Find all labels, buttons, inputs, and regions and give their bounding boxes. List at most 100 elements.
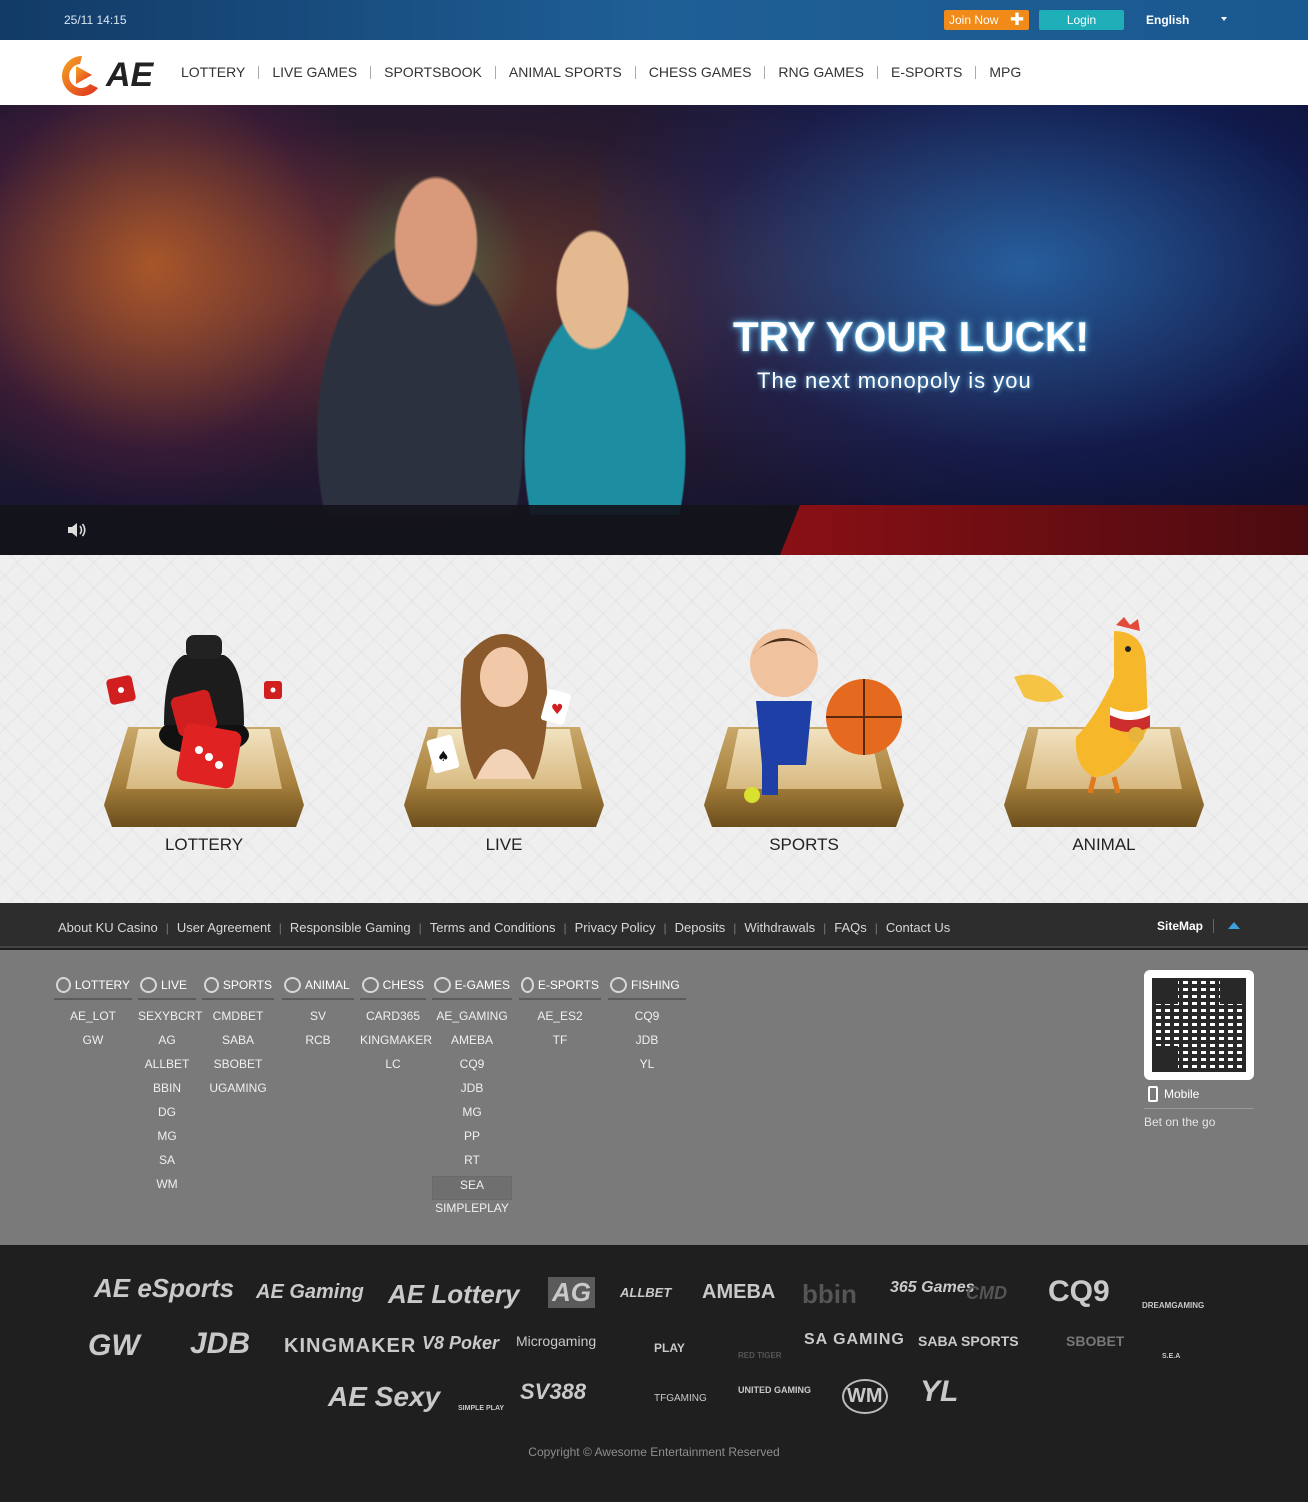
sitemap-item[interactable]: MG	[432, 1104, 512, 1128]
sitemap-head: ANIMAL	[282, 972, 354, 1000]
sitemap-item[interactable]: MG	[138, 1128, 196, 1152]
category-sports[interactable]: SPORTS	[704, 617, 914, 867]
sitemap-item[interactable]: JDB	[432, 1080, 512, 1104]
link-privacy[interactable]: Privacy Policy	[575, 920, 656, 935]
hero-banner[interactable]: TRY YOUR LUCK! The next monopoly is you	[0, 105, 1308, 555]
chevron-up-icon[interactable]	[1228, 922, 1240, 929]
sitemap-item[interactable]: AE_ES2	[519, 1008, 601, 1032]
sitemap-item[interactable]: SBOBET	[202, 1056, 274, 1080]
link-divider: |	[663, 920, 667, 935]
sitemap-item[interactable]: CQ9	[432, 1056, 512, 1080]
sitemap-head-label: SPORTS	[222, 978, 272, 992]
dice-cup-icon	[106, 635, 282, 789]
sitemap-item[interactable]: GW	[54, 1032, 132, 1056]
sitemap-item[interactable]: SABA	[202, 1032, 274, 1056]
link-faqs[interactable]: FAQs	[834, 920, 867, 935]
sitemap-item[interactable]: CARD365	[360, 1008, 426, 1032]
provider-logo-365games: 365 Games	[890, 1279, 975, 1296]
join-now-label: Join Now	[949, 13, 999, 27]
sitemap-item[interactable]: CQ9	[608, 1008, 686, 1032]
link-deposits[interactable]: Deposits	[675, 920, 726, 935]
sitemap-item[interactable]: YL	[608, 1056, 686, 1080]
sitemap-item[interactable]: AG	[138, 1032, 196, 1056]
sitemap-item[interactable]: SV	[282, 1008, 354, 1032]
provider-logo-allbet: ALLBET	[620, 1285, 672, 1300]
sitemap-item[interactable]: SA	[138, 1152, 196, 1176]
sitemap-head: E-SPORTS	[519, 972, 601, 1000]
provider-logo-play: PLAY	[654, 1341, 685, 1355]
nav-mpg[interactable]: MPG	[976, 64, 1034, 80]
sitemap-col-fishing: FISHING CQ9 JDB YL	[608, 972, 686, 1080]
provider-logo-ae-gaming: AE Gaming	[256, 1281, 364, 1303]
sitemap-item[interactable]: KINGMAKER	[360, 1032, 432, 1056]
provider-logo-ag: AG	[548, 1277, 595, 1308]
category-lottery[interactable]: LOTTERY	[104, 617, 314, 867]
link-divider: |	[278, 920, 282, 935]
sitemap-item[interactable]: SIMPLEPLAY	[432, 1200, 512, 1224]
sitemap-item[interactable]: RCB	[282, 1032, 354, 1056]
sitemap-item[interactable]: TF	[519, 1032, 601, 1056]
link-withdrawals[interactable]: Withdrawals	[744, 920, 815, 935]
link-terms[interactable]: Terms and Conditions	[430, 920, 556, 935]
mobile-tagline: Bet on the go	[1144, 1115, 1216, 1129]
sitemap-item[interactable]: JDB	[608, 1032, 686, 1056]
sitemap-item[interactable]: LC	[360, 1056, 426, 1080]
provider-logo-gw: GW	[88, 1329, 140, 1362]
speaker-icon[interactable]	[66, 520, 88, 540]
nav-lottery[interactable]: LOTTERY	[168, 64, 258, 80]
link-about[interactable]: About KU Casino	[58, 920, 158, 935]
nav-live-games[interactable]: LIVE GAMES	[259, 64, 370, 80]
chevron-down-icon[interactable]	[1221, 17, 1227, 21]
link-contact[interactable]: Contact Us	[886, 920, 950, 935]
sitemap-head: FISHING	[608, 972, 686, 1000]
sitemap-toggle[interactable]: SiteMap	[1157, 919, 1203, 933]
nav-e-sports[interactable]: E-SPORTS	[878, 64, 975, 80]
category-animal[interactable]: ANIMAL	[1004, 617, 1214, 867]
sitemap-item[interactable]: BBIN	[138, 1080, 196, 1104]
provider-logo-ae-esports: AE eSports	[94, 1273, 235, 1303]
category-label: LIVE	[485, 835, 523, 854]
sitemap-head-label: LIVE	[161, 978, 188, 992]
sitemap-item[interactable]: RT	[432, 1152, 512, 1176]
sitemap-item[interactable]: ALLBET	[138, 1056, 196, 1080]
main-nav: AE LOTTERY LIVE GAMES SPORTSBOOK ANIMAL …	[0, 40, 1308, 105]
nav-sportsbook[interactable]: SPORTSBOOK	[371, 64, 495, 80]
provider-logo-jdb: JDB	[190, 1327, 251, 1360]
hero-title: TRY YOUR LUCK!	[733, 313, 1090, 360]
lottery-icon	[56, 977, 71, 993]
language-select[interactable]: English	[1146, 13, 1189, 27]
ae-logo[interactable]: AE	[58, 50, 162, 98]
sitemap-item[interactable]: SEXYBCRT	[138, 1008, 202, 1032]
link-divider: |	[418, 920, 422, 935]
egames-icon	[434, 977, 451, 993]
sitemap-item[interactable]: DG	[138, 1104, 196, 1128]
mobile-link[interactable]: Mobile	[1144, 1086, 1254, 1109]
sitemap-item[interactable]: AMEBA	[432, 1032, 512, 1056]
login-button[interactable]: Login	[1039, 10, 1124, 30]
nav-rng-games[interactable]: RNG GAMES	[765, 64, 877, 80]
qr-code-image	[1152, 978, 1246, 1072]
provider-logo-sbobet: SBOBET	[1066, 1333, 1125, 1349]
sitemap-item-hovered[interactable]: SEA	[432, 1176, 512, 1200]
provider-logo-microgaming: Microgaming	[516, 1333, 597, 1349]
hero-bar-accent	[780, 505, 1308, 555]
basketball-player-icon	[744, 629, 902, 803]
plus-icon: ✚	[1009, 10, 1025, 29]
nav-chess-games[interactable]: CHESS GAMES	[636, 64, 765, 80]
sitemap-item[interactable]: AE_LOT	[54, 1008, 132, 1032]
nav-animal-sports[interactable]: ANIMAL SPORTS	[496, 64, 635, 80]
sitemap-col-sports: SPORTS CMDBET SABA SBOBET UGAMING	[202, 972, 274, 1104]
sitemap-item[interactable]: CMDBET	[202, 1008, 274, 1032]
fishing-icon	[610, 977, 627, 993]
join-now-button[interactable]: Join Now ✚	[944, 10, 1029, 30]
sitemap-item[interactable]: AE_GAMING	[432, 1008, 512, 1032]
link-responsible-gaming[interactable]: Responsible Gaming	[290, 920, 411, 935]
sitemap-item[interactable]: WM	[138, 1176, 196, 1200]
svg-text:♥: ♥	[551, 702, 564, 718]
sitemap-item[interactable]: PP	[432, 1128, 512, 1152]
link-user-agreement[interactable]: User Agreement	[177, 920, 271, 935]
category-live[interactable]: ♥ ♠ LIVE	[404, 617, 614, 867]
qr-code	[1144, 970, 1254, 1080]
sitemap-item[interactable]: UGAMING	[202, 1080, 274, 1104]
top-bar: 25/11 14:15 Join Now ✚ Login English	[0, 0, 1308, 40]
